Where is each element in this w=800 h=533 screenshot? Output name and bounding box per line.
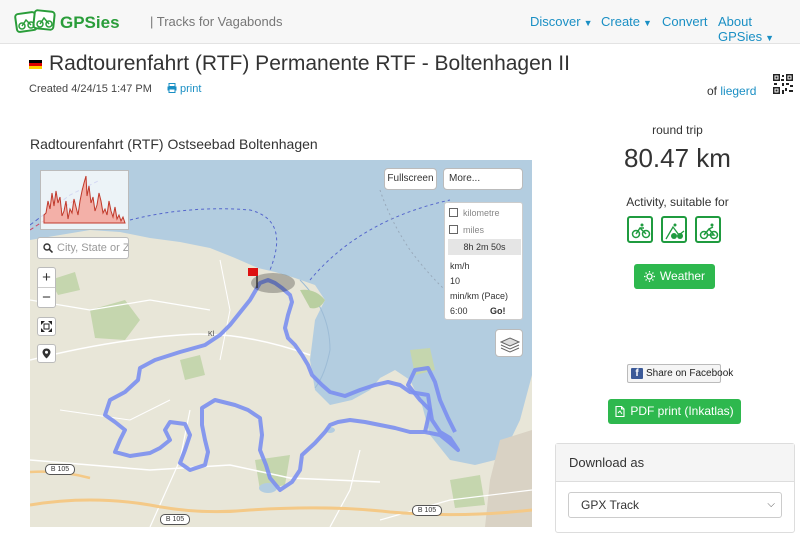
road-label: B 105 xyxy=(412,505,442,516)
chevron-down-icon: ▼ xyxy=(643,18,652,28)
chevron-down-icon: ▼ xyxy=(583,18,593,28)
distance-value: 80.47 km xyxy=(624,143,731,173)
pdf-file-icon xyxy=(615,405,625,418)
page-title: Radtourenfahrt (RTF) Permanente RTF - Bo… xyxy=(49,52,570,75)
layers-icon xyxy=(500,337,520,353)
map-search-input[interactable]: City, State or Zip xyxy=(37,237,129,259)
german-flag-icon xyxy=(29,60,42,69)
mountain-bike-icon[interactable] xyxy=(661,216,687,243)
share-facebook-button[interactable]: f Share on Facebook xyxy=(627,364,733,383)
activity-label: Activity, suitable for xyxy=(626,195,729,209)
zoom-in-button[interactable]: + xyxy=(38,268,55,288)
pdf-print-button[interactable]: PDF print (Inkatlas) xyxy=(608,399,741,424)
gpsies-logo[interactable]: GPSies xyxy=(14,7,149,37)
author-line: of liegerd xyxy=(707,84,757,98)
created-date: Created 4/24/15 1:47 PM xyxy=(29,83,152,95)
road-label: B 105 xyxy=(160,514,190,525)
trip-type: round trip xyxy=(652,123,703,137)
facebook-icon: f xyxy=(631,368,643,379)
author-link[interactable]: liegerd xyxy=(720,84,756,98)
fullscreen-icon xyxy=(41,321,52,332)
kilometre-checkbox[interactable] xyxy=(449,208,458,217)
elevation-profile[interactable] xyxy=(40,170,129,230)
my-location-button[interactable] xyxy=(37,344,56,363)
zoom-control: + − xyxy=(37,267,56,308)
nav-convert[interactable]: Convert xyxy=(662,14,708,29)
nav-about[interactable]: About GPSies ▼ xyxy=(718,14,800,44)
bike-icon[interactable] xyxy=(627,216,653,243)
speed-input[interactable]: 10 xyxy=(448,274,490,288)
download-title: Download as xyxy=(556,444,794,482)
download-format-select[interactable]: GPX Track ⌵ xyxy=(568,492,782,518)
sun-icon xyxy=(643,271,655,282)
svg-text:GPSies: GPSies xyxy=(60,13,120,32)
search-icon xyxy=(43,243,53,253)
route-subtitle: Radtourenfahrt (RTF) Ostseebad Boltenhag… xyxy=(30,136,318,152)
qr-code-icon[interactable] xyxy=(772,73,794,95)
download-panel: Download as GPX Track ⌵ xyxy=(555,443,795,533)
miles-checkbox[interactable] xyxy=(449,225,458,234)
chevron-down-icon: ⌵ xyxy=(767,499,775,510)
zoom-out-button[interactable]: − xyxy=(38,288,55,308)
speed-label: km/h xyxy=(450,261,470,271)
road-label: B 105 xyxy=(45,464,75,475)
top-navbar: GPSies | Tracks for Vagabonds Discover ▼ … xyxy=(0,0,800,44)
town-label: Kl xyxy=(208,331,215,338)
printer-icon xyxy=(167,83,177,93)
nav-create[interactable]: Create ▼ xyxy=(601,14,652,29)
fit-route-button[interactable] xyxy=(37,317,56,336)
duration-value: 8h 2m 50s xyxy=(448,239,521,255)
chevron-down-icon: ▼ xyxy=(765,33,774,43)
location-pin-icon xyxy=(42,348,51,359)
print-link[interactable]: print xyxy=(167,83,201,95)
kilometre-label: kilometre xyxy=(463,208,500,218)
flag-stripe xyxy=(29,66,42,69)
speed-calculator-panel: kilometre miles 8h 2m 50s km/h 10 min/km… xyxy=(444,202,523,320)
pace-label: min/km (Pace) xyxy=(450,291,509,301)
nav-discover[interactable]: Discover ▼ xyxy=(530,14,593,29)
go-button[interactable]: Go! xyxy=(490,306,506,316)
miles-label: miles xyxy=(463,225,485,235)
tagline: | Tracks for Vagabonds xyxy=(150,14,283,29)
weather-button[interactable]: Weather xyxy=(634,264,715,289)
more-button[interactable]: More... xyxy=(443,168,523,190)
layers-button[interactable] xyxy=(495,329,523,357)
fullscreen-button[interactable]: Fullscreen xyxy=(384,168,437,190)
route-map[interactable]: Kl City, State or Zip + − Fullscreen Mor… xyxy=(30,160,532,527)
racing-bike-icon[interactable] xyxy=(695,216,721,243)
pace-input[interactable]: 6:00 xyxy=(448,304,490,318)
